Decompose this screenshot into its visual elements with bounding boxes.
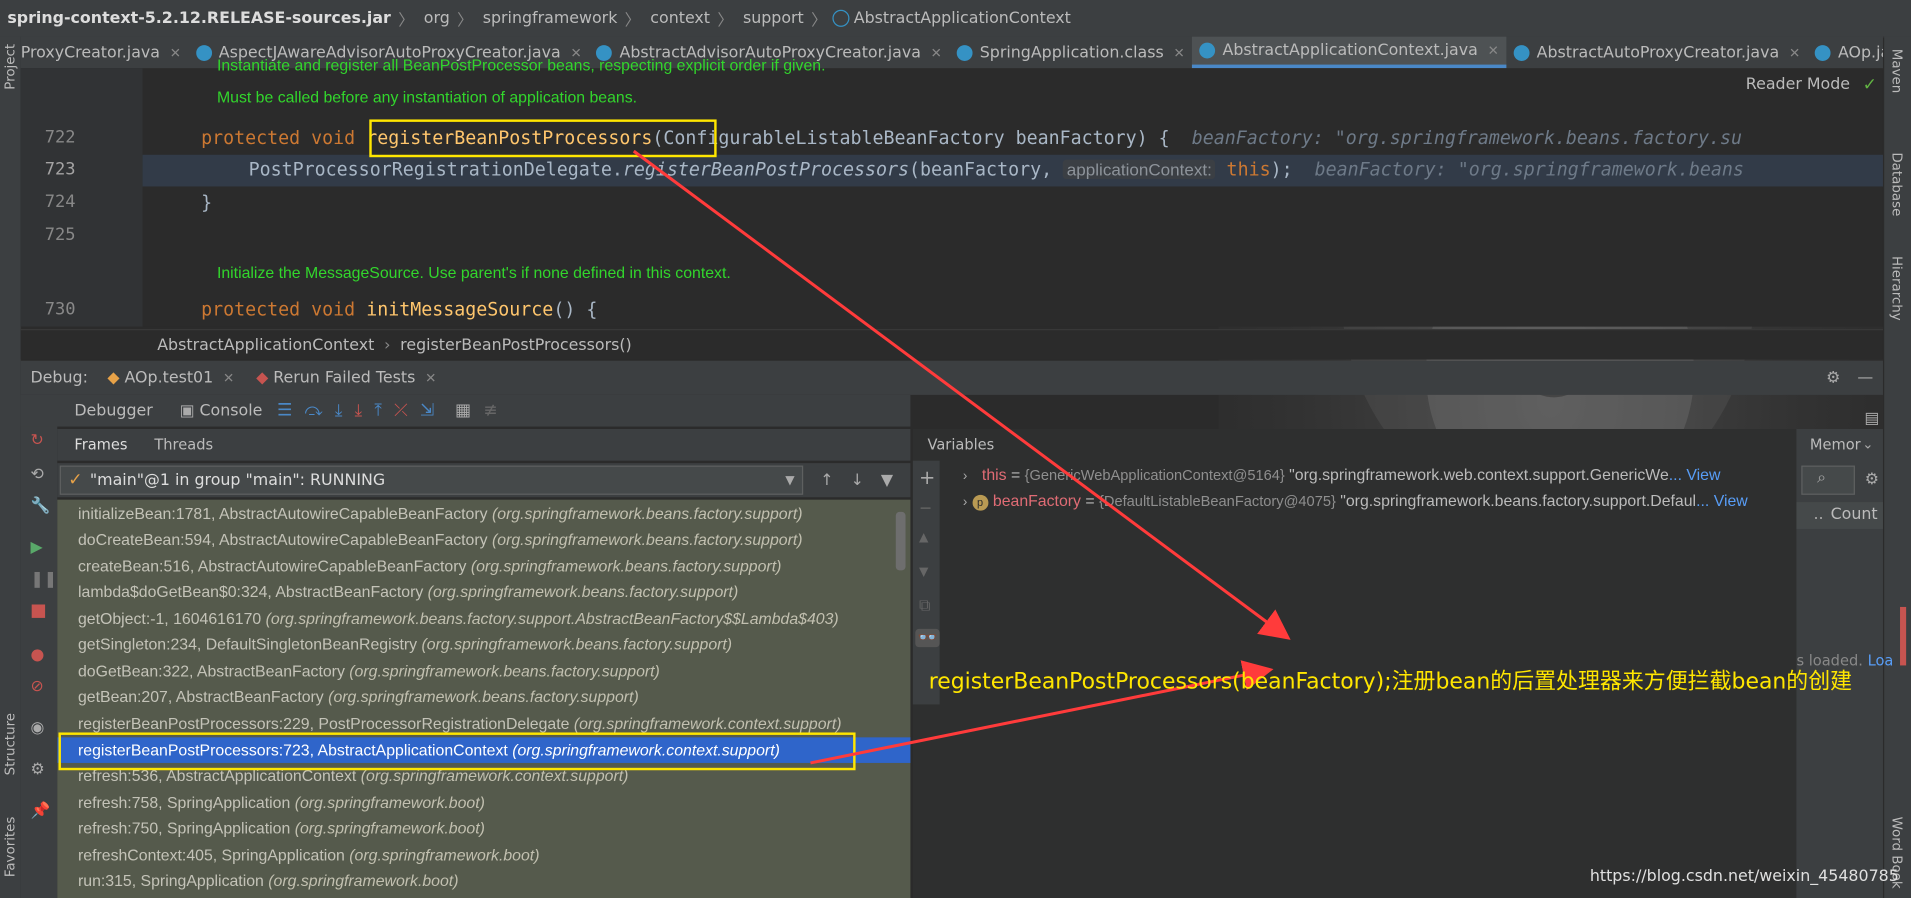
watermark: https://blog.csdn.net/weixin_45480785 — [1589, 867, 1899, 887]
arrow-to-annotation — [632, 149, 1291, 640]
annotation-text: registerBeanPostProcessors(beanFactory);… — [928, 669, 1853, 695]
annotation-arrows — [632, 149, 1291, 765]
